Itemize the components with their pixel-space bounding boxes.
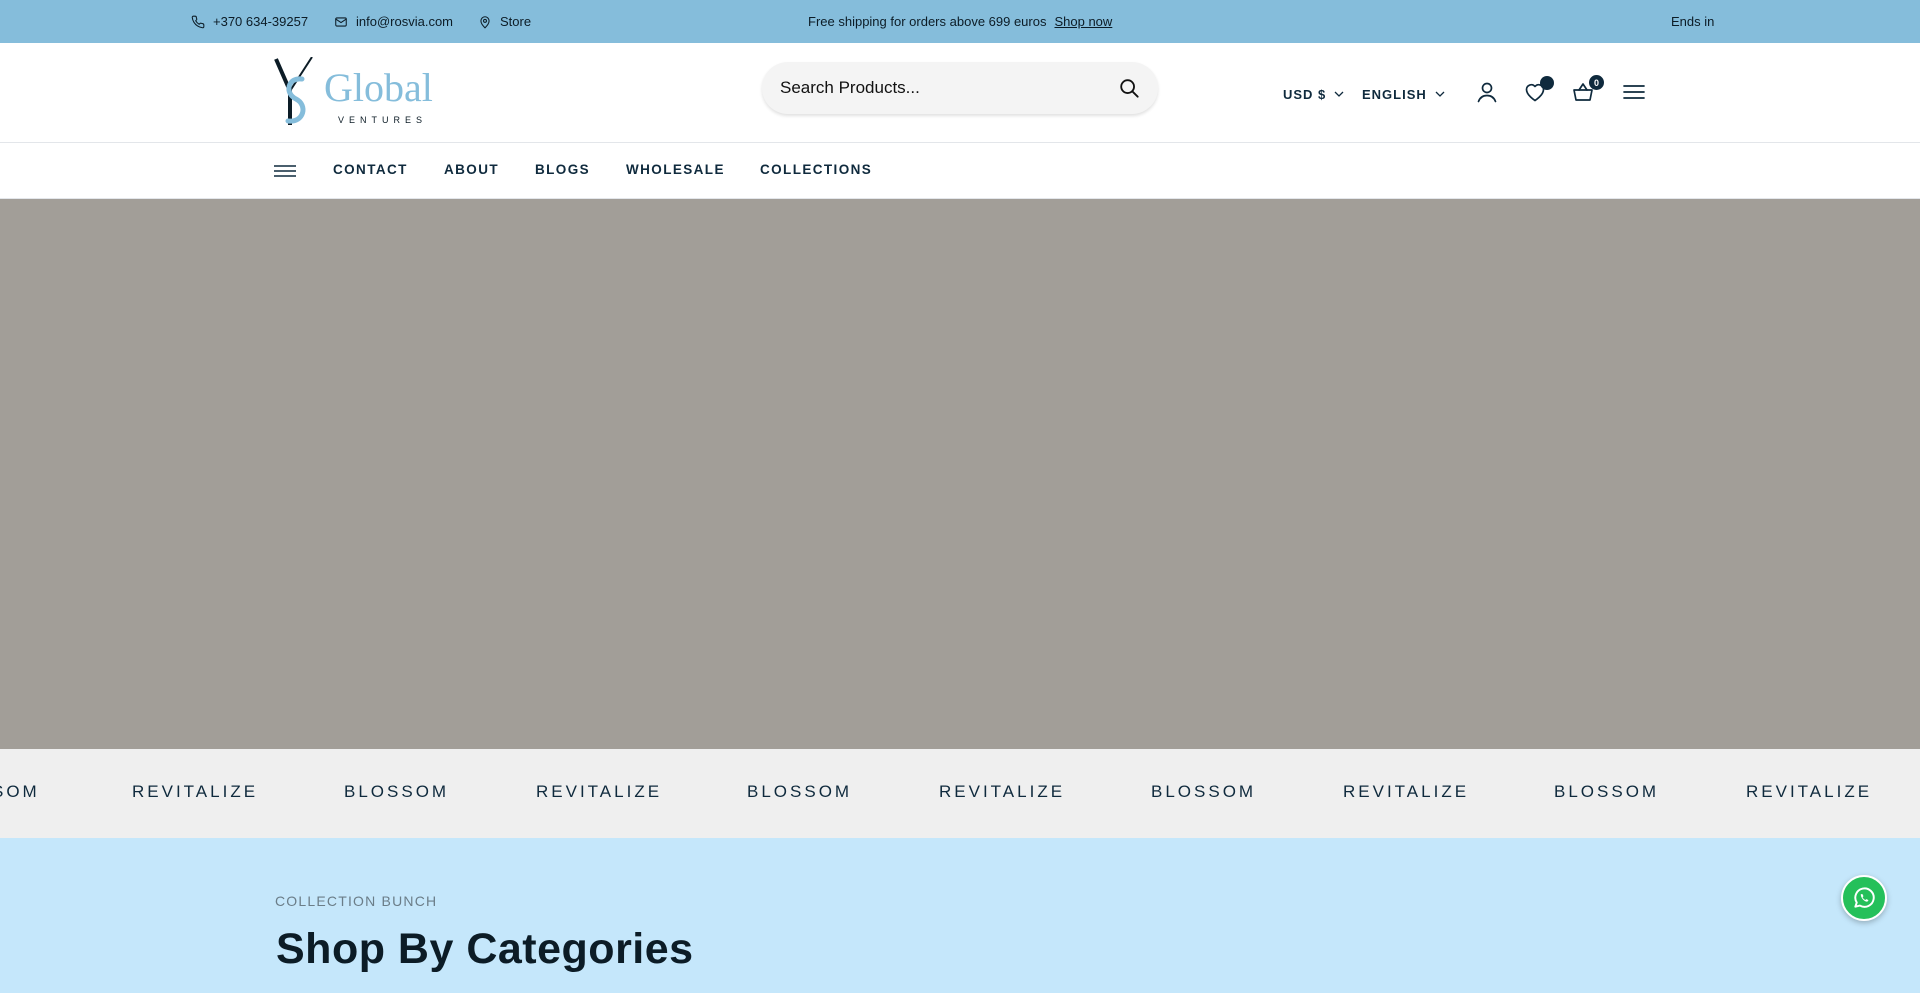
account-button[interactable] xyxy=(1474,79,1500,105)
search-icon[interactable] xyxy=(1118,77,1140,99)
currency-selector[interactable]: USD $ xyxy=(1283,84,1344,104)
marquee-word: REVITALIZE xyxy=(132,782,259,801)
marquee-word: BLOSSOM xyxy=(747,782,853,801)
site-header: Global VENTURES Search Products... USD $… xyxy=(0,43,1920,143)
marquee-word: REVITALIZE xyxy=(1746,782,1873,801)
cart-button[interactable]: 0 xyxy=(1570,75,1604,105)
currency-label: USD $ xyxy=(1283,86,1327,102)
section-eyebrow: COLLECTION BUNCH xyxy=(275,893,438,909)
search-bar[interactable]: Search Products... xyxy=(762,62,1158,114)
wishlist-button[interactable] xyxy=(1522,76,1554,105)
marquee-word: REVITALIZE xyxy=(939,782,1066,801)
user-icon xyxy=(1477,82,1497,103)
search-input[interactable]: Search Products... xyxy=(780,78,1118,98)
countdown-label: Ends in xyxy=(1671,14,1715,29)
marquee-word: SOM xyxy=(0,782,40,801)
phone-number: +370 634-39257 xyxy=(213,14,309,29)
language-selector[interactable]: ENGLISH xyxy=(1362,84,1445,104)
chevron-down-icon xyxy=(1435,91,1445,97)
marquee-word: REVITALIZE xyxy=(1343,782,1470,801)
marquee-word: BLOSSOM xyxy=(1554,782,1660,801)
whatsapp-button[interactable] xyxy=(1841,875,1887,921)
location-pin-icon xyxy=(480,15,490,28)
chevron-down-icon xyxy=(1334,91,1344,97)
nav-link-contact[interactable]: CONTACT xyxy=(333,162,408,177)
phone-link[interactable]: +370 634-39257 xyxy=(191,0,308,43)
store-link[interactable]: Store xyxy=(478,0,531,43)
nav-link-blogs[interactable]: BLOGS xyxy=(535,162,590,177)
announcement-bar: +370 634-39257 info@rosvia.com Store Fre… xyxy=(0,0,1920,43)
logo-wordmark: Global xyxy=(324,65,433,110)
email-link[interactable]: info@rosvia.com xyxy=(334,0,453,43)
marquee-strip: SOM REVITALIZE BLOSSOM REVITALIZE BLOSSO… xyxy=(0,749,1920,838)
site-logo[interactable]: Global VENTURES xyxy=(274,56,449,127)
menu-icon xyxy=(1623,85,1645,99)
email-address: info@rosvia.com xyxy=(356,14,454,29)
phone-icon xyxy=(191,15,205,28)
wishlist-indicator xyxy=(1540,76,1554,90)
logo-tagline: VENTURES xyxy=(338,115,427,125)
menu-icon[interactable] xyxy=(274,162,296,180)
cart-count-badge: 0 xyxy=(1589,75,1604,90)
main-nav: CONTACT ABOUT BLOGS WHOLESALE COLLECTION… xyxy=(0,144,1920,199)
nav-link-collections[interactable]: COLLECTIONS xyxy=(760,162,872,177)
logo-mark: Global VENTURES xyxy=(274,56,433,125)
promo-text: Free shipping for orders above 699 euros xyxy=(808,14,1047,29)
section-title: Shop By Categories xyxy=(276,925,694,973)
shop-now-link[interactable]: Shop now xyxy=(1054,14,1112,29)
marquee-word: BLOSSOM xyxy=(344,782,450,801)
side-menu-button[interactable] xyxy=(1621,79,1647,105)
nav-link-about[interactable]: ABOUT xyxy=(444,162,499,177)
categories-section: COLLECTION BUNCH Shop By Categories xyxy=(0,838,1920,993)
language-label: ENGLISH xyxy=(1362,86,1427,102)
store-label: Store xyxy=(500,14,532,29)
marquee-word: BLOSSOM xyxy=(1151,782,1257,801)
whatsapp-icon xyxy=(1854,887,1875,908)
mail-icon xyxy=(335,16,347,27)
marquee-word: REVITALIZE xyxy=(536,782,663,801)
promo-message: Free shipping for orders above 699 euros… xyxy=(808,0,1112,43)
hero-banner xyxy=(0,199,1920,749)
nav-link-wholesale[interactable]: WHOLESALE xyxy=(626,162,725,177)
